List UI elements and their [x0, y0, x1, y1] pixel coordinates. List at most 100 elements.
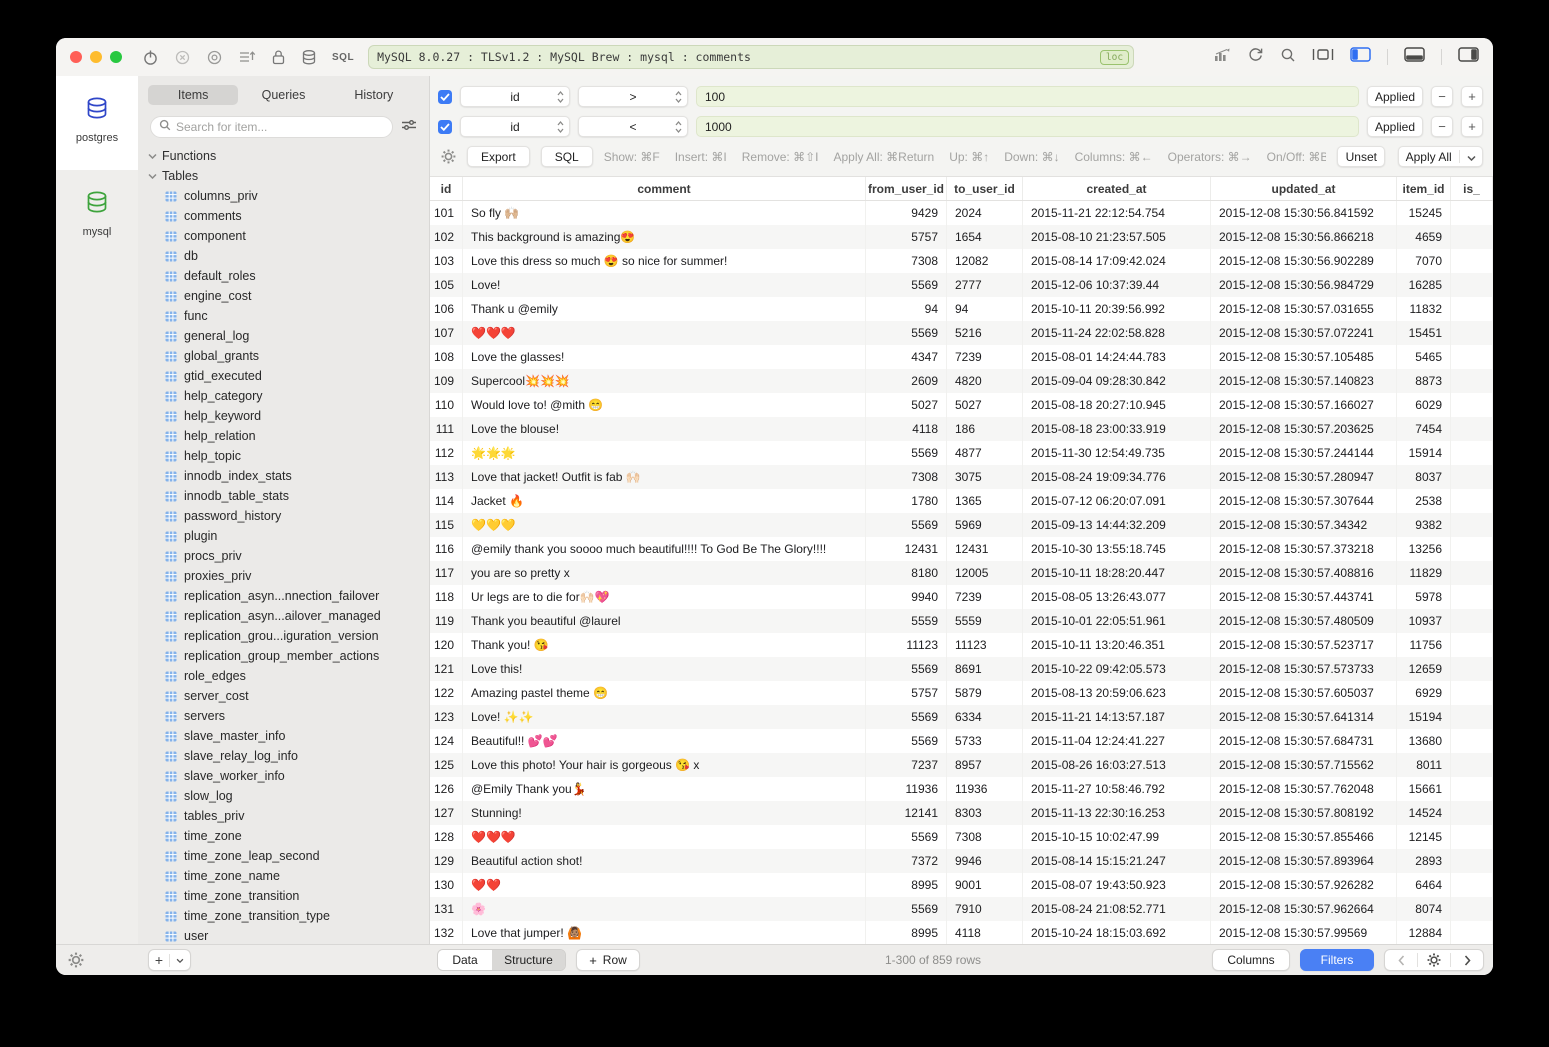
- remove-filter-button[interactable]: −: [1431, 86, 1453, 107]
- table-item-db[interactable]: db: [138, 246, 429, 266]
- cell-to_user_id[interactable]: 12431: [947, 537, 1023, 561]
- cell-to_user_id[interactable]: 5733: [947, 729, 1023, 753]
- cell-item_id[interactable]: 14524: [1397, 801, 1451, 825]
- table-row[interactable]: 121Love this!556986912015-10-22 09:42:05…: [430, 657, 1493, 681]
- cell-id[interactable]: 122: [430, 681, 463, 705]
- filter-operator-select[interactable]: >: [578, 86, 688, 107]
- cell-item_id[interactable]: 11829: [1397, 561, 1451, 585]
- cell-is_[interactable]: [1451, 417, 1493, 441]
- cell-from_user_id[interactable]: 2609: [866, 369, 947, 393]
- cell-comment[interactable]: Love that jumper! 🙆🏽: [463, 921, 866, 944]
- cell-comment[interactable]: Amazing pastel theme 😁: [463, 681, 866, 705]
- cell-to_user_id[interactable]: 7239: [947, 345, 1023, 369]
- cell-created_at[interactable]: 2015-08-26 16:03:27.513: [1023, 753, 1211, 777]
- cell-id[interactable]: 118: [430, 585, 463, 609]
- cell-comment[interactable]: 💛💛💛: [463, 513, 866, 537]
- minimize-window-button[interactable]: [90, 51, 102, 63]
- cell-from_user_id[interactable]: 8995: [866, 921, 947, 944]
- table-item-plugin[interactable]: plugin: [138, 526, 429, 546]
- table-item-help_topic[interactable]: help_topic: [138, 446, 429, 466]
- table-row[interactable]: 119Thank you beautiful @laurel5559555920…: [430, 609, 1493, 633]
- search-icon[interactable]: [1280, 47, 1296, 68]
- cell-comment[interactable]: ❤️❤️❤️: [463, 825, 866, 849]
- cell-id[interactable]: 102: [430, 225, 463, 249]
- table-row[interactable]: 102This background is amazing😍5757165420…: [430, 225, 1493, 249]
- cell-item_id[interactable]: 6029: [1397, 393, 1451, 417]
- cell-from_user_id[interactable]: 5569: [866, 513, 947, 537]
- cell-updated_at[interactable]: 2015-12-08 15:30:57.408816: [1211, 561, 1397, 585]
- cell-comment[interactable]: Love the glasses!: [463, 345, 866, 369]
- cell-is_[interactable]: [1451, 585, 1493, 609]
- cell-from_user_id[interactable]: 5757: [866, 681, 947, 705]
- center-layout-icon[interactable]: [1312, 47, 1334, 67]
- table-item-gtid_executed[interactable]: gtid_executed: [138, 366, 429, 386]
- cell-created_at[interactable]: 2015-11-30 12:54:49.735: [1023, 441, 1211, 465]
- cell-to_user_id[interactable]: 11123: [947, 633, 1023, 657]
- cell-comment[interactable]: Love this dress so much 😍 so nice for su…: [463, 249, 866, 273]
- add-item-split-button[interactable]: +: [148, 949, 191, 971]
- filter-checkbox[interactable]: [438, 90, 452, 104]
- cell-from_user_id[interactable]: 9429: [866, 201, 947, 225]
- table-item-time_zone_leap_second[interactable]: time_zone_leap_second: [138, 846, 429, 866]
- cell-created_at[interactable]: 2015-08-10 21:23:57.505: [1023, 225, 1211, 249]
- lock-icon[interactable]: [271, 49, 286, 66]
- filter-column-select[interactable]: id: [460, 86, 570, 107]
- cell-created_at[interactable]: 2015-10-22 09:42:05.573: [1023, 657, 1211, 681]
- cell-is_[interactable]: [1451, 633, 1493, 657]
- cell-id[interactable]: 125: [430, 753, 463, 777]
- cell-id[interactable]: 117: [430, 561, 463, 585]
- table-row[interactable]: 106Thank u @emily94942015-10-11 20:39:56…: [430, 297, 1493, 321]
- cell-comment[interactable]: Ur legs are to die for🙌🏻💖: [463, 585, 866, 609]
- table-item-component[interactable]: component: [138, 226, 429, 246]
- zoom-window-button[interactable]: [110, 51, 122, 63]
- cell-to_user_id[interactable]: 3075: [947, 465, 1023, 489]
- cell-from_user_id[interactable]: 5559: [866, 609, 947, 633]
- cell-comment[interactable]: Beautiful action shot!: [463, 849, 866, 873]
- table-row[interactable]: 111Love the blouse!41181862015-08-18 23:…: [430, 417, 1493, 441]
- cell-id[interactable]: 120: [430, 633, 463, 657]
- cell-to_user_id[interactable]: 12005: [947, 561, 1023, 585]
- cell-id[interactable]: 132: [430, 921, 463, 944]
- filter-applied-button[interactable]: Applied: [1367, 116, 1423, 137]
- cell-item_id[interactable]: 8074: [1397, 897, 1451, 921]
- table-row[interactable]: 127Stunning!1214183032015-11-13 22:30:16…: [430, 801, 1493, 825]
- cell-is_[interactable]: [1451, 201, 1493, 225]
- table-item-proxies_priv[interactable]: proxies_priv: [138, 566, 429, 586]
- cell-created_at[interactable]: 2015-11-13 22:30:16.253: [1023, 801, 1211, 825]
- cell-comment[interactable]: 🌟🌟🌟: [463, 441, 866, 465]
- cell-from_user_id[interactable]: 7308: [866, 465, 947, 489]
- cell-is_[interactable]: [1451, 561, 1493, 585]
- table-row[interactable]: 101So fly 🙌🏼942920242015-11-21 22:12:54.…: [430, 201, 1493, 225]
- tab-structure[interactable]: Structure: [492, 950, 565, 970]
- apply-all-button[interactable]: Apply All: [1398, 146, 1483, 167]
- cell-item_id[interactable]: 12884: [1397, 921, 1451, 944]
- table-item-role_edges[interactable]: role_edges: [138, 666, 429, 686]
- cell-is_[interactable]: [1451, 897, 1493, 921]
- cell-id[interactable]: 128: [430, 825, 463, 849]
- cell-to_user_id[interactable]: 12082: [947, 249, 1023, 273]
- table-item-tables_priv[interactable]: tables_priv: [138, 806, 429, 826]
- remove-filter-button[interactable]: −: [1431, 116, 1453, 137]
- cell-item_id[interactable]: 8873: [1397, 369, 1451, 393]
- cell-to_user_id[interactable]: 8957: [947, 753, 1023, 777]
- cell-updated_at[interactable]: 2015-12-08 15:30:57.641314: [1211, 705, 1397, 729]
- cell-updated_at[interactable]: 2015-12-08 15:30:57.031655: [1211, 297, 1397, 321]
- cell-to_user_id[interactable]: 6334: [947, 705, 1023, 729]
- cell-is_[interactable]: [1451, 825, 1493, 849]
- column-header-item_id[interactable]: item_id: [1397, 177, 1451, 200]
- plus-icon[interactable]: +: [149, 952, 169, 968]
- cell-id[interactable]: 115: [430, 513, 463, 537]
- cell-id[interactable]: 126: [430, 777, 463, 801]
- cell-id[interactable]: 114: [430, 489, 463, 513]
- cell-updated_at[interactable]: 2015-12-08 15:30:57.962664: [1211, 897, 1397, 921]
- eye-icon[interactable]: [206, 49, 223, 66]
- cell-to_user_id[interactable]: 94: [947, 297, 1023, 321]
- cell-to_user_id[interactable]: 5216: [947, 321, 1023, 345]
- table-row[interactable]: 108Love the glasses!434772392015-08-01 1…: [430, 345, 1493, 369]
- table-item-slave_worker_info[interactable]: slave_worker_info: [138, 766, 429, 786]
- add-filter-button[interactable]: +: [1461, 86, 1483, 107]
- close-window-button[interactable]: [70, 51, 82, 63]
- cell-is_[interactable]: [1451, 297, 1493, 321]
- cell-created_at[interactable]: 2015-10-24 18:15:03.692: [1023, 921, 1211, 944]
- cell-item_id[interactable]: 13680: [1397, 729, 1451, 753]
